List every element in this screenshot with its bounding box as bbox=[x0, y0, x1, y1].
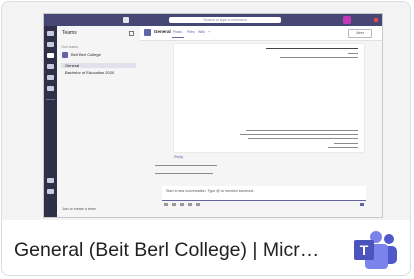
teams-titlebar: Search or type a command bbox=[44, 14, 382, 26]
tab-underline bbox=[172, 37, 184, 38]
help-icon bbox=[47, 189, 54, 194]
channel-pane: General Posts Files Wiki + Meet Reply St… bbox=[140, 26, 382, 217]
post-line bbox=[246, 130, 358, 131]
channel-item: General bbox=[61, 63, 136, 68]
emoji-icon bbox=[180, 203, 184, 206]
app-rail bbox=[44, 26, 57, 217]
search-input: Search or type a command bbox=[169, 17, 281, 23]
section-label: Your teams bbox=[61, 45, 79, 49]
post-line bbox=[240, 134, 358, 135]
calendar-icon bbox=[47, 64, 54, 69]
meet-button: Meet bbox=[348, 29, 372, 38]
team-name: Beit Berl College bbox=[71, 52, 101, 57]
compose-placeholder: Start a new conversation. Type @ to ment… bbox=[166, 189, 255, 193]
result-thumbnail[interactable]: Search or type a command Teams Your team… bbox=[2, 2, 410, 220]
logo-letter: T bbox=[360, 242, 369, 258]
teams-sidebar: Teams Your teams Beit Berl College Gener… bbox=[57, 26, 141, 217]
teams-icon bbox=[47, 53, 54, 58]
info-line bbox=[155, 173, 213, 174]
reply-link: Reply bbox=[174, 155, 184, 159]
post-line bbox=[334, 143, 358, 144]
tab-wiki: Wiki bbox=[198, 30, 205, 34]
files-icon bbox=[47, 86, 54, 91]
post-line bbox=[348, 53, 358, 54]
tab-files: Files bbox=[187, 30, 195, 34]
more-icon bbox=[196, 203, 200, 206]
channel-title: General bbox=[154, 29, 171, 34]
tab-posts: Posts bbox=[173, 30, 182, 34]
window-control-icon bbox=[374, 18, 378, 22]
sidebar-title: Teams bbox=[62, 30, 77, 36]
attach-icon bbox=[172, 203, 176, 206]
post-line bbox=[328, 147, 358, 148]
post-line bbox=[266, 48, 358, 49]
send-icon bbox=[360, 203, 364, 206]
add-tab-button: + bbox=[208, 30, 211, 34]
chat-icon bbox=[47, 42, 54, 47]
teams-logo-icon bbox=[123, 17, 129, 23]
join-team-link: Join or create a team bbox=[62, 207, 96, 211]
result-title[interactable]: General (Beit Berl College) | Micr… bbox=[14, 223, 344, 275]
channel-item: Bachelor of Education 2020 bbox=[65, 70, 115, 75]
rail-divider bbox=[46, 99, 55, 100]
gif-icon bbox=[188, 203, 192, 206]
format-icon bbox=[164, 203, 168, 206]
avatar bbox=[343, 16, 351, 24]
info-line bbox=[155, 165, 217, 166]
team-icon bbox=[62, 52, 68, 58]
post-line bbox=[248, 138, 358, 139]
activity-icon bbox=[47, 31, 54, 36]
search-result-card[interactable]: Search or type a command Teams Your team… bbox=[1, 1, 411, 276]
apps-icon bbox=[47, 178, 54, 183]
calls-icon bbox=[47, 75, 54, 80]
teams-screenshot: Search or type a command Teams Your team… bbox=[43, 13, 383, 218]
message-post bbox=[174, 44, 364, 152]
channel-header: General Posts Files Wiki + Meet bbox=[140, 26, 382, 41]
post-line bbox=[280, 57, 358, 58]
team-avatar bbox=[144, 29, 151, 36]
filter-icon bbox=[129, 31, 134, 36]
microsoft-teams-logo-icon: T bbox=[354, 231, 397, 269]
compose-box: Start a new conversation. Type @ to ment… bbox=[162, 186, 366, 201]
